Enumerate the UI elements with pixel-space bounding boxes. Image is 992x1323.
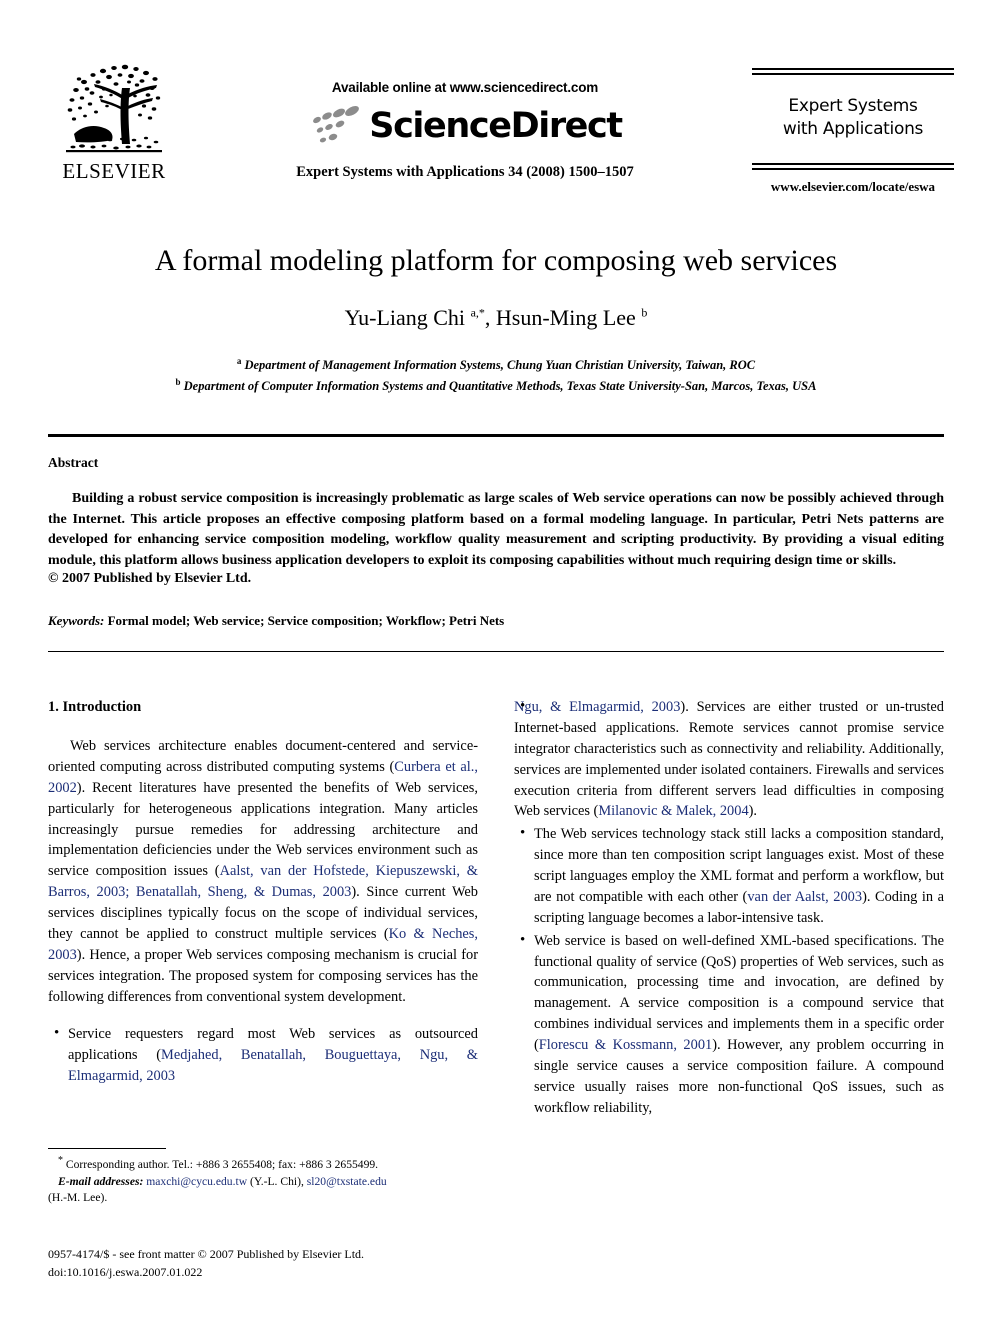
- abstract-top-rule: [48, 434, 944, 437]
- list-item: Service requesters regard most Web servi…: [48, 1023, 478, 1087]
- affiliation-a-text: Department of Management Information Sys…: [241, 358, 756, 373]
- sciencedirect-block: Available online at www.sciencedirect.co…: [230, 80, 700, 181]
- abstract-heading: Abstract: [48, 455, 99, 470]
- footnote-block: * Corresponding author. Tel.: +886 3 265…: [48, 1148, 478, 1207]
- imprint-block: 0957-4174/$ - see front matter © 2007 Pu…: [48, 1245, 508, 1281]
- author-2-affil-marker: b: [641, 305, 648, 320]
- keywords-label: Keywords:: [48, 613, 105, 628]
- citation-van-der-aalst[interactable]: van der Aalst, 2003: [747, 889, 862, 905]
- affiliations: a Department of Management Information S…: [60, 355, 932, 396]
- journal-name: Expert Systems with Applications: [752, 95, 954, 141]
- corresponding-author-text: Corresponding author. Tel.: +886 3 26554…: [63, 1157, 379, 1171]
- corresponding-author-note: * Corresponding author. Tel.: +886 3 265…: [48, 1154, 478, 1174]
- email-addresses-note: E-mail addresses: maxchi@cycu.edu.tw (Y.…: [48, 1174, 478, 1191]
- journal-box-top-rule: [752, 68, 954, 75]
- affiliation-b: b Department of Computer Information Sys…: [60, 376, 932, 397]
- footnote-rule: [48, 1148, 166, 1149]
- sciencedirect-swoosh-icon: [313, 106, 360, 143]
- affiliation-a: a Department of Management Information S…: [60, 355, 932, 376]
- journal-box-bottom-rule: [752, 162, 954, 170]
- intro-text-4: ). Hence, a proper Web services composin…: [48, 946, 478, 1005]
- abstract-bottom-rule: [48, 651, 944, 652]
- citation-medjahed-cont[interactable]: Ngu, & Elmagarmid, 2003: [514, 699, 680, 715]
- journal-name-line2: with Applications: [782, 118, 924, 139]
- title-block: A formal modeling platform for composing…: [60, 243, 932, 396]
- body-column-right: Ngu, & Elmagarmid, 2003). Services are e…: [514, 696, 944, 1121]
- sciencedirect-wordmark: ScienceDirect: [369, 105, 623, 146]
- bullet1-text-2: ). Services are either trusted or un-tru…: [514, 699, 944, 820]
- author-list: Yu-Liang Chi a,*, Hsun-Ming Lee b: [60, 305, 932, 331]
- body-column-left: 1. Introduction Web services architectur…: [48, 697, 478, 1089]
- intro-paragraph: Web services architecture enables docume…: [48, 736, 478, 1007]
- email-link-chi[interactable]: maxchi@cycu.edu.tw: [146, 1175, 247, 1188]
- differences-bullet-list-continued: Ngu, & Elmagarmid, 2003). Services are e…: [514, 696, 944, 1119]
- elsevier-wordmark: ELSEVIER: [62, 159, 166, 183]
- journal-url[interactable]: www.elsevier.com/locate/eswa: [752, 179, 954, 195]
- elsevier-tree-icon: [60, 62, 168, 160]
- section-heading-introduction: 1. Introduction: [48, 699, 142, 715]
- bullet1-text-3: ).: [748, 803, 758, 820]
- affiliation-b-text: Department of Computer Information Syste…: [180, 378, 817, 393]
- abstract-section: Abstract Building a robust service compo…: [48, 455, 944, 587]
- issn-front-matter: 0957-4174/$ - see front matter © 2007 Pu…: [48, 1247, 365, 1261]
- author-1-affil-marker: a,*: [470, 305, 485, 320]
- list-item-continuation: Ngu, & Elmagarmid, 2003). Services are e…: [514, 696, 944, 822]
- citation-milanovic-malek[interactable]: Milanovic & Malek, 2004: [598, 803, 748, 819]
- available-online-text: Available online at www.sciencedirect.co…: [331, 80, 599, 95]
- journal-name-line1: Expert Systems: [788, 96, 918, 116]
- abstract-body: Building a robust service composition is…: [48, 491, 944, 568]
- sciencedirect-logo: ScienceDirect: [230, 104, 700, 148]
- doi-line: doi:10.1016/j.eswa.2007.01.022: [48, 1265, 203, 1279]
- journal-title-box: Expert Systems with Applications www.els…: [752, 68, 954, 195]
- elsevier-logo: ELSEVIER: [55, 62, 173, 182]
- citation-florescu-kossmann[interactable]: Florescu & Kossmann, 2001: [539, 1037, 712, 1053]
- list-item: The Web services technology stack still …: [514, 823, 944, 928]
- email-label: E-mail addresses:: [58, 1174, 144, 1188]
- keywords-value: Formal model; Web service; Service compo…: [104, 613, 505, 628]
- page-title: A formal modeling platform for composing…: [154, 244, 838, 277]
- email-link-lee[interactable]: sl20@txstate.edu: [307, 1175, 387, 1188]
- author-1: Yu-Liang Chi: [344, 305, 471, 330]
- bullet3-text-1: Web service is based on well-defined XML…: [534, 932, 944, 1053]
- abstract-copyright: © 2007 Published by Elsevier Ltd.: [48, 571, 252, 587]
- masthead: ELSEVIER Available online at www.science…: [0, 0, 992, 210]
- differences-bullet-list: Service requesters regard most Web servi…: [48, 1023, 478, 1087]
- author-separator: , Hsun-Ming Lee: [484, 305, 642, 330]
- paper-page: ELSEVIER Available online at www.science…: [0, 0, 992, 1323]
- email2-owner: (H.-M. Lee).: [48, 1191, 108, 1205]
- email1-owner: (Y.-L. Chi),: [247, 1174, 307, 1188]
- list-item: Web service is based on well-defined XML…: [514, 930, 944, 1119]
- journal-citation: Expert Systems with Applications 34 (200…: [296, 164, 634, 180]
- keywords-line: Keywords: Formal model; Web service; Ser…: [48, 613, 944, 629]
